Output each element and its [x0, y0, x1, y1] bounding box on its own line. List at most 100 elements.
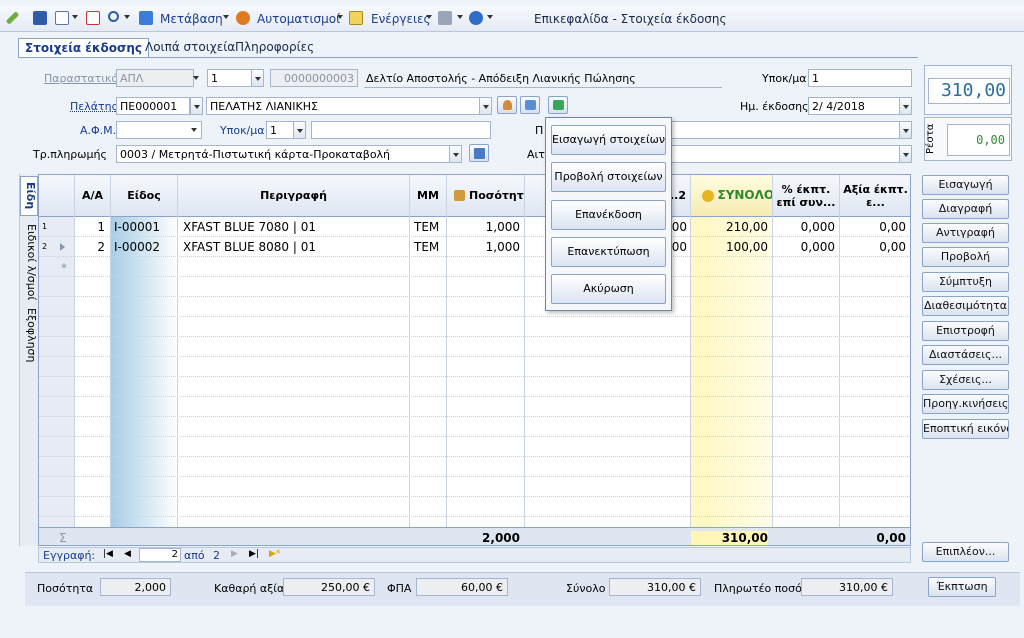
actions-menu[interactable]: Ενέργειες	[371, 12, 431, 26]
cell-aa[interactable]: 1	[75, 220, 105, 234]
view-data-button[interactable]: Προβολή στοιχείων	[551, 162, 666, 192]
next-record-icon[interactable]: ▶	[231, 549, 238, 559]
tab-other-details[interactable]: Λοιπά στοιχεία	[139, 38, 241, 58]
footer-vat-label: ΦΠΑ	[387, 582, 412, 595]
cell-quantity[interactable]: 1,000	[447, 220, 520, 234]
return-button[interactable]: Επιστροφή	[922, 321, 1009, 341]
side-tab-special-accounts[interactable]: Ειδικοί λ/σμοί	[20, 222, 38, 302]
document-number-field[interactable]: 1	[207, 69, 253, 87]
hidden-field-1-dropdown[interactable]	[899, 121, 912, 139]
reprint-button[interactable]: Επανεκτύπωση	[551, 237, 666, 267]
search-icon[interactable]	[108, 11, 119, 22]
help-caret-icon[interactable]	[487, 15, 493, 19]
tab-issue-details[interactable]: Στοιχεία έκδοσης	[18, 38, 149, 58]
save-icon[interactable]	[33, 11, 47, 25]
customer-label[interactable]: Πελάτης	[70, 100, 118, 113]
navigate-menu[interactable]: Μετάβαση	[160, 12, 223, 26]
customer-code-dropdown[interactable]	[190, 97, 203, 115]
current-record-field[interactable]: 2	[139, 548, 181, 562]
automations-icon[interactable]	[236, 11, 250, 25]
cell-item-code[interactable]: I-00001	[114, 220, 160, 234]
last-record-icon[interactable]: ▶|	[249, 549, 259, 559]
previous-transactions-button[interactable]: Προηγ.κινήσεις	[922, 394, 1009, 414]
vat-dropdown-icon[interactable]	[191, 128, 197, 132]
availability-button[interactable]: Διαθεσιμότητα	[922, 296, 1009, 316]
customer-code-field[interactable]: ΠΕ000001	[116, 97, 190, 115]
actions-icon[interactable]	[349, 11, 363, 25]
subbranch-name-field[interactable]	[311, 121, 491, 139]
printer-caret-icon[interactable]	[457, 15, 463, 19]
date-field[interactable]: 2/ 4/2018	[808, 97, 900, 115]
payment-details-button[interactable]	[469, 144, 489, 162]
printer-icon[interactable]	[438, 11, 452, 25]
customer-name-dropdown[interactable]	[479, 97, 492, 115]
first-record-icon[interactable]: |◀	[103, 549, 113, 559]
cell-total[interactable]: 100,00	[691, 240, 768, 254]
table-row[interactable]: 1 1 I-00001 XFAST BLUE 7080 | 01 TEM 1,0…	[39, 217, 910, 237]
document-description: Δελτίο Αποστολής - Απόδειξη Λιανικής Πώλ…	[366, 72, 636, 85]
reissue-button[interactable]: Επανέκδοση	[551, 200, 666, 230]
customer-info-button[interactable]	[520, 96, 540, 114]
navigate-caret-icon[interactable]	[223, 15, 229, 19]
more-button[interactable]: Επιπλέον...	[922, 542, 1009, 562]
customer-actions-button[interactable]	[548, 96, 568, 114]
copy-button[interactable]: Αντιγραφή	[922, 223, 1009, 243]
cell-unit[interactable]: TEM	[414, 240, 439, 254]
cell-quantity[interactable]: 1,000	[447, 240, 520, 254]
cell-aa[interactable]: 2	[75, 240, 105, 254]
window-title: Επικεφαλίδα - Στοιχεία έκδοσης	[534, 12, 727, 26]
new-record-icon[interactable]: ▶*	[269, 549, 280, 559]
new-row-marker[interactable]: *	[61, 261, 67, 275]
subbranch-field[interactable]: 1	[266, 121, 294, 139]
document-series-field[interactable]: ΑΠΛ	[116, 69, 194, 87]
automations-menu[interactable]: Αυτοματισμοί	[257, 12, 340, 26]
hidden-field-1[interactable]	[671, 121, 900, 139]
pencil-icon[interactable]	[5, 11, 20, 25]
side-tab-payment[interactable]: Εξοφληση	[20, 308, 38, 363]
new-document-caret-icon[interactable]	[72, 15, 78, 19]
import-data-button[interactable]: Εισαγωγή στοιχείων	[551, 125, 666, 155]
insert-button[interactable]: Εισαγωγή	[922, 175, 1009, 195]
cell-discount-value[interactable]: 0,00	[840, 220, 906, 234]
actions-caret-icon[interactable]	[426, 15, 432, 19]
delete-button[interactable]: Διαγραφή	[922, 199, 1009, 219]
cell-description[interactable]: XFAST BLUE 7080 | 01	[183, 220, 316, 234]
tab-information[interactable]: Πληροφορίες	[229, 38, 320, 58]
automations-caret-icon[interactable]	[337, 15, 343, 19]
cell-discount-value[interactable]: 0,00	[840, 240, 906, 254]
cell-discount-pct[interactable]: 0,000	[773, 240, 835, 254]
cell-discount-pct[interactable]: 0,000	[773, 220, 835, 234]
view-button[interactable]: Προβολή	[922, 247, 1009, 267]
cancel-document-button[interactable]: Ακύρωση	[551, 274, 666, 304]
document-series-dropdown[interactable]	[190, 69, 203, 87]
delete-icon[interactable]	[86, 11, 100, 25]
navigate-icon[interactable]	[139, 11, 153, 25]
subbranch-dropdown[interactable]	[293, 121, 306, 139]
cell-description[interactable]: XFAST BLUE 8080 | 01	[183, 240, 316, 254]
search-caret-icon[interactable]	[124, 15, 130, 19]
dimensions-button[interactable]: Διαστάσεις...	[922, 345, 1009, 365]
date-dropdown[interactable]	[899, 97, 912, 115]
add-customer-button[interactable]	[497, 96, 517, 114]
document-number-dropdown[interactable]	[251, 69, 264, 87]
collapse-button[interactable]: Σύμπτυξη	[922, 272, 1009, 292]
discount-button[interactable]: Έκπτωση	[928, 577, 996, 597]
hidden-field-2[interactable]	[671, 145, 900, 163]
hidden-field-2-dropdown[interactable]	[899, 145, 912, 163]
branch-field[interactable]: 1	[808, 69, 912, 87]
payment-dropdown[interactable]	[449, 145, 462, 163]
vat-field[interactable]	[116, 121, 202, 139]
customer-name-field[interactable]: ΠΕΛΑΤΗΣ ΛΙΑΝΙΚΗΣ	[206, 97, 480, 115]
cell-item-code[interactable]: I-00002	[114, 240, 160, 254]
side-tab-items[interactable]: Είδη	[20, 176, 38, 216]
new-document-icon[interactable]	[55, 11, 69, 25]
cell-unit[interactable]: TEM	[414, 220, 439, 234]
column-header-discount-value[interactable]: Αξία έκπτ. ε...	[840, 175, 910, 217]
payment-field[interactable]: 0003 / Μετρητά-Πιστωτική κάρτα-Προκαταβο…	[116, 145, 450, 163]
previous-record-icon[interactable]: ◀	[124, 549, 131, 559]
cell-total[interactable]: 210,00	[691, 220, 768, 234]
overview-button[interactable]: Εποπτική εικόνα	[922, 419, 1009, 439]
relations-button[interactable]: Σχέσεις...	[922, 370, 1009, 390]
help-icon[interactable]	[469, 11, 483, 25]
table-row[interactable]: 2 2 I-00002 XFAST BLUE 8080 | 01 TEM 1,0…	[39, 237, 910, 257]
